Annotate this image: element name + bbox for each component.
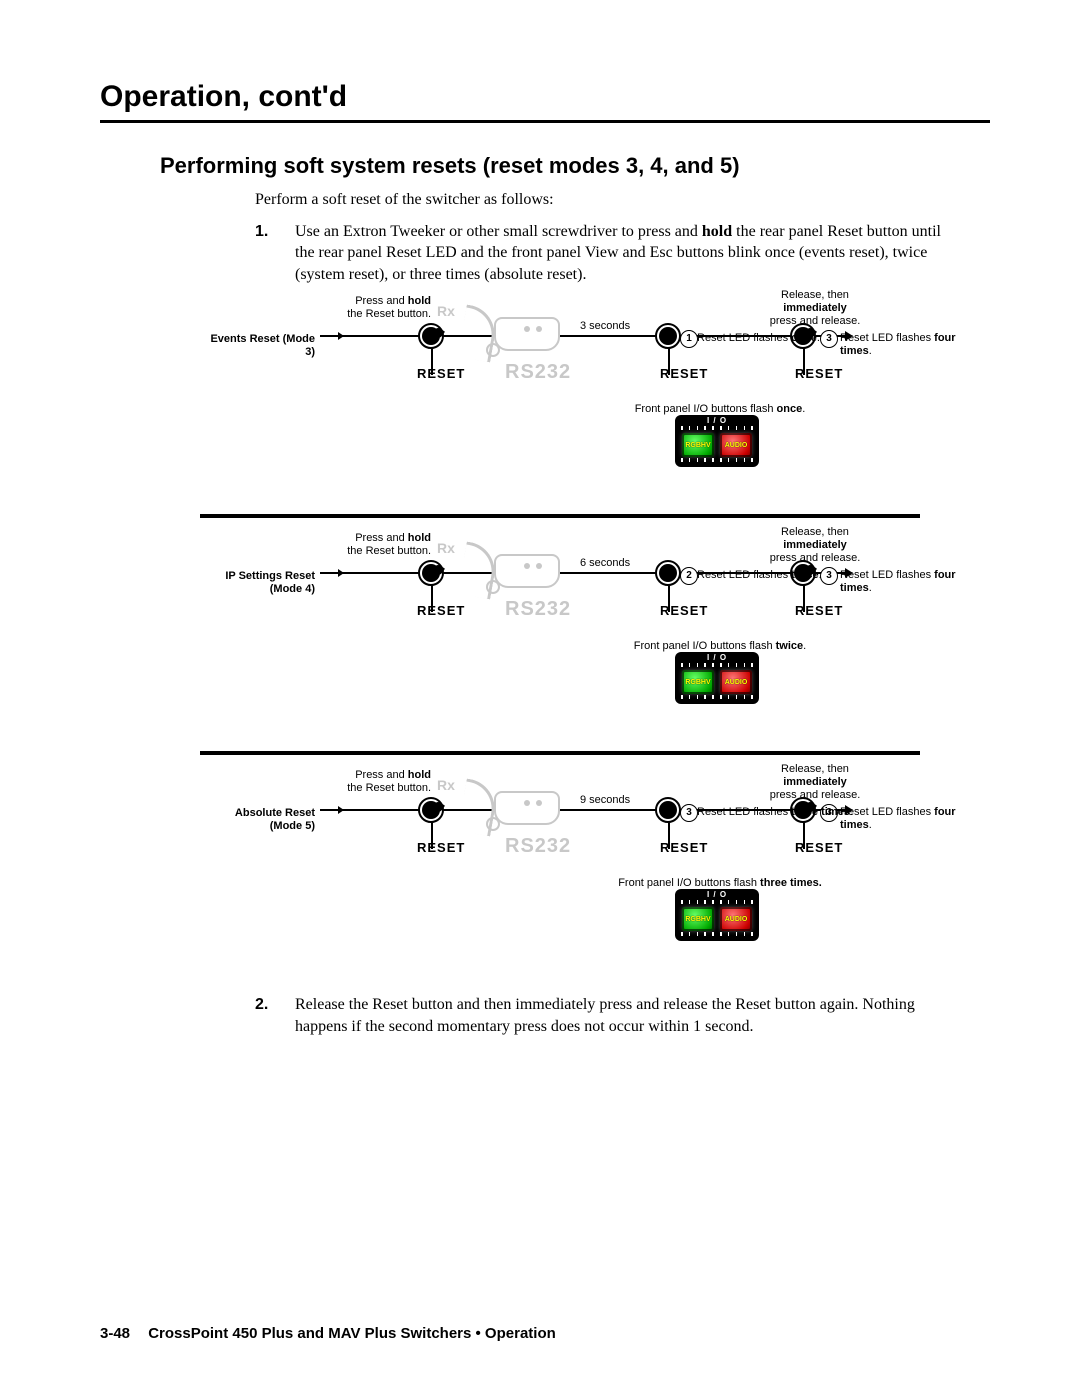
step-1-num: 1.	[255, 221, 295, 286]
step-2: 2. Release the Reset button and then imm…	[255, 994, 945, 1037]
page-number: 3-48	[100, 1325, 130, 1342]
step-2-num: 2.	[255, 994, 295, 1037]
reset-label: RESET	[795, 367, 843, 382]
diagram-mode-3: Events Reset (Mode 3) Press and hold the…	[200, 295, 990, 500]
rs232-label: RS232	[505, 361, 571, 384]
count-badge: 3	[820, 330, 838, 348]
led-final-label: Reset LED flashes four times.	[840, 332, 990, 357]
step-2-text: Release the Reset button and then immedi…	[295, 994, 945, 1037]
io-panel-icon: I / O RGBHV AUDIO	[675, 652, 765, 704]
section-title: Operation, cont'd	[100, 80, 990, 114]
divider	[200, 751, 920, 755]
footer-text: CrossPoint 450 Plus and MAV Plus Switche…	[148, 1325, 556, 1342]
rs232-port-icon	[480, 550, 570, 598]
io-panel-icon: I / O RGBHV AUDIO	[675, 415, 765, 467]
rs232-port-icon	[480, 787, 570, 835]
page-footer: 3-48 CrossPoint 450 Plus and MAV Plus Sw…	[100, 1325, 556, 1342]
reset-button-icon	[418, 560, 444, 586]
subsection-title: Performing soft system resets (reset mod…	[160, 153, 990, 179]
seconds-label: 3 seconds	[580, 320, 630, 333]
step-1: 1. Use an Extron Tweeker or other small …	[255, 221, 945, 286]
step-1-text: Use an Extron Tweeker or other small scr…	[295, 221, 945, 286]
io-panel-icon: I / O RGBHV AUDIO	[675, 889, 765, 941]
reset-label: RESET	[660, 367, 708, 382]
reset-button-icon	[655, 560, 681, 586]
reset-button-icon	[655, 323, 681, 349]
rx-label: Rx	[437, 303, 455, 319]
reset-button-icon	[418, 797, 444, 823]
press-hold-label: Press and hold the Reset button.	[226, 295, 431, 320]
count-badge: 1	[680, 330, 698, 348]
rs232-port-icon	[480, 313, 570, 361]
mode-label: IP Settings Reset (Mode 4)	[200, 570, 315, 595]
flash-text: Front panel I/O buttons flash once.	[580, 403, 860, 416]
diagram-mode-5: Absolute Reset (Mode 5) Press and hold t…	[200, 769, 990, 974]
mode-label: Events Reset (Mode 3)	[200, 333, 315, 358]
audio-button-icon: AUDIO	[720, 433, 752, 457]
reset-button-icon	[418, 323, 444, 349]
led-flash-label: Reset LED flashes once.	[697, 332, 820, 345]
mode-label: Absolute Reset (Mode 5)	[200, 807, 315, 832]
rgbhv-button-icon: RGBHV	[682, 433, 714, 457]
intro-text: Perform a soft reset of the switcher as …	[255, 189, 935, 211]
section-rule	[100, 120, 990, 123]
reset-label: RESET	[417, 367, 465, 382]
release-label: Release, then immediately press and rele…	[735, 289, 895, 327]
divider	[200, 514, 920, 518]
reset-button-icon	[655, 797, 681, 823]
diagram-mode-4: IP Settings Reset (Mode 4) Press and hol…	[200, 532, 990, 737]
